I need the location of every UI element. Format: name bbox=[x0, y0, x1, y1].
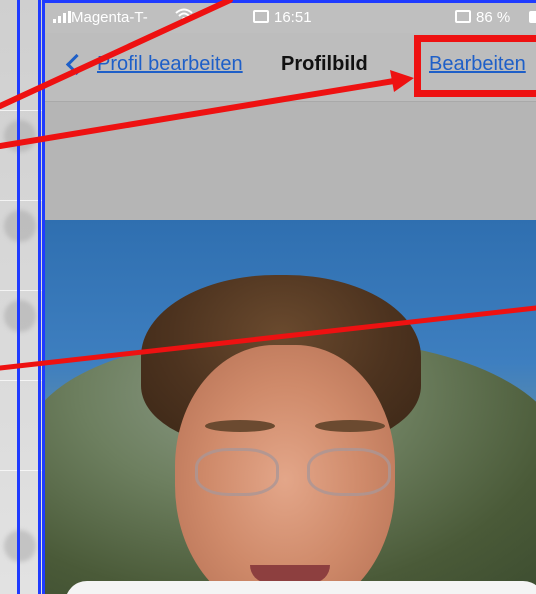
wifi-icon bbox=[175, 8, 193, 26]
back-label: Profil bearbeiten bbox=[97, 53, 243, 75]
signal-icon bbox=[53, 11, 71, 23]
clock: 16:51 bbox=[253, 9, 312, 26]
carrier-label: Magenta-T- bbox=[71, 9, 148, 26]
bottom-sheet[interactable] bbox=[65, 581, 536, 594]
battery-icon bbox=[529, 11, 536, 23]
back-button[interactable]: Profil bearbeiten bbox=[65, 53, 243, 76]
photo-top-letterbox bbox=[45, 102, 536, 220]
status-bar: Magenta-T- 16:51 86 % bbox=[45, 3, 536, 33]
chevron-left-icon bbox=[65, 53, 88, 76]
annotation-highlight-box bbox=[414, 35, 536, 97]
profile-photo[interactable] bbox=[45, 220, 536, 594]
screen-mirror-icon bbox=[253, 10, 269, 23]
outer-highlight-frame bbox=[17, 0, 41, 594]
page-title: Profilbild bbox=[281, 53, 368, 75]
screen-mirror-icon bbox=[455, 10, 471, 23]
battery-percentage: 86 % bbox=[455, 9, 510, 26]
